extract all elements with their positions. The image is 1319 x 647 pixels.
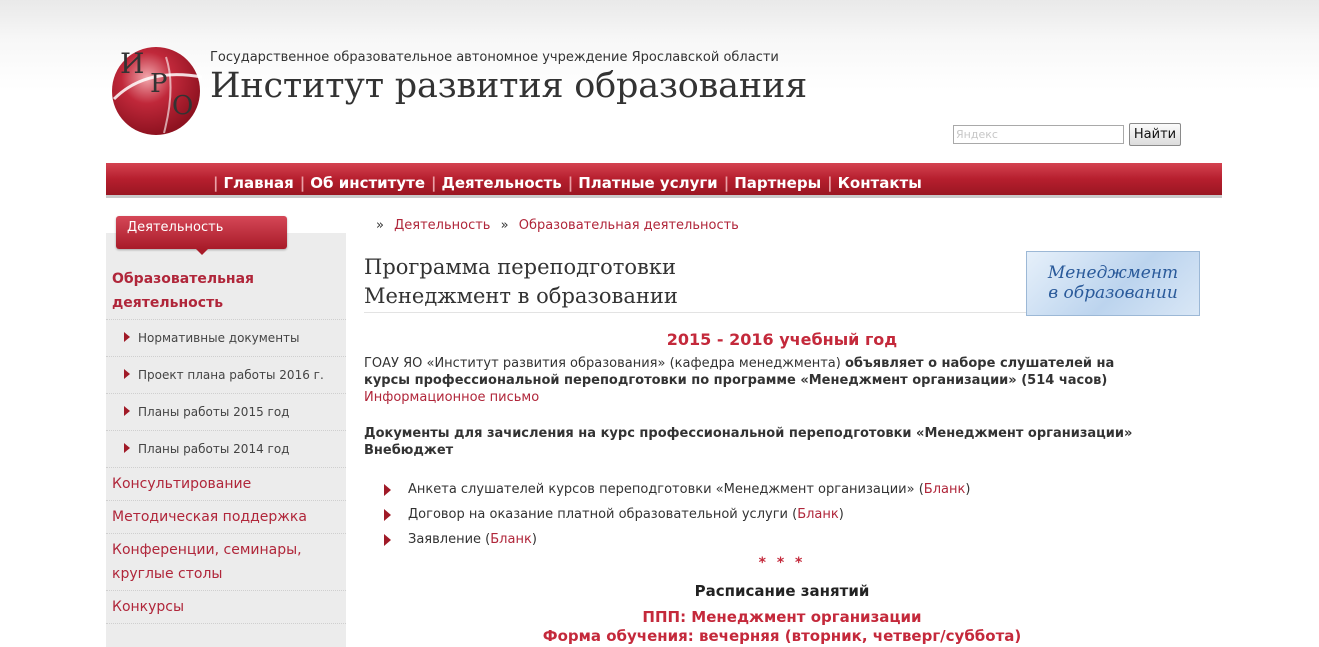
logo-letter: Р [150, 69, 168, 99]
sidebar-item-consulting[interactable]: Консультирование [106, 468, 346, 501]
sidebar-item-conferences[interactable]: Конференции, семинары, круглые столы [106, 534, 346, 591]
nav-item-paid-services[interactable]: Платные услуги [578, 174, 717, 192]
breadcrumb-separator: » [500, 218, 509, 233]
institute-logo[interactable]: И Р О [106, 47, 210, 137]
sidebar-subitem-label: Планы работы 2015 год [138, 405, 290, 419]
organization-subtitle: Государственное образовательное автономн… [210, 50, 779, 65]
bullet-triangle-icon [124, 332, 130, 342]
sidebar-item-methodical-support[interactable]: Методическая поддержка [106, 501, 346, 534]
organization-title: Институт развития образования [210, 66, 807, 106]
list-item: Заявление (Бланк) [384, 527, 1164, 552]
program-name: ППП: Менеджмент организации [642, 608, 922, 626]
section-divider-stars: * * * [758, 555, 806, 571]
bullet-triangle-icon [124, 369, 130, 379]
nav-separator: | [213, 174, 219, 192]
announcement-text: ГОАУ ЯО «Институт развития образования» … [364, 355, 1164, 406]
sidebar-item-contests[interactable]: Конкурсы [106, 591, 346, 624]
search-input[interactable] [953, 125, 1124, 144]
page-title: Программа переподготовки Менеджмент в об… [364, 253, 678, 311]
nav-separator: | [299, 174, 306, 192]
logo-letter: О [172, 91, 194, 121]
breadcrumb: » Деятельность » Образовательная деятель… [376, 218, 745, 233]
banner-text: в образовании [1048, 283, 1178, 303]
sidebar-subitem-plans-2015[interactable]: Планы работы 2015 год [106, 394, 346, 431]
blank-form-link[interactable]: Бланк [797, 507, 839, 522]
breadcrumb-link-educational[interactable]: Образовательная деятельность [519, 218, 739, 233]
documents-heading-line: Документы для зачисления на курс професс… [364, 426, 1133, 441]
documents-list: Анкета слушателей курсов переподготовки … [384, 477, 1164, 552]
nav-item-contacts[interactable]: Контакты [838, 174, 922, 192]
program-banner-image[interactable]: Менеджмент в образовании [1026, 251, 1200, 316]
program-info: ППП: Менеджмент организации Форма обучен… [364, 608, 1200, 646]
nav-separator: | [567, 174, 574, 192]
breadcrumb-link-activity[interactable]: Деятельность [394, 218, 490, 233]
list-item: Договор на оказание платной образователь… [384, 502, 1164, 527]
documents-heading-line: Внебюджет [364, 443, 454, 458]
sidebar-subitem-plan-project-2016[interactable]: Проект плана работы 2016 г. [106, 357, 346, 394]
documents-heading: Документы для зачисления на курс професс… [364, 425, 1164, 459]
document-name: Договор на оказание платной образователь… [408, 507, 788, 522]
main-navigation: | Главная | Об институте | Деятельность … [106, 163, 1222, 198]
bullet-triangle-icon [384, 509, 391, 521]
breadcrumb-separator: » [376, 218, 384, 233]
nav-item-activity[interactable]: Деятельность [442, 174, 562, 192]
sidebar-subitem-label: Нормативные документы [138, 331, 300, 345]
logo-letter: И [120, 47, 145, 80]
sidebar-tab-label: Деятельность [127, 220, 224, 235]
info-letter-link[interactable]: Информационное письмо [364, 390, 539, 405]
list-item: Анкета слушателей курсов переподготовки … [384, 477, 1164, 502]
document-name: Заявление [408, 532, 482, 547]
academic-year-heading: 2015 - 2016 учебный год [666, 330, 898, 349]
bullet-triangle-icon [384, 534, 391, 546]
bullet-triangle-icon [384, 484, 391, 496]
bullet-triangle-icon [124, 406, 130, 416]
sidebar-subitem-normative-docs[interactable]: Нормативные документы [106, 320, 346, 357]
nav-item-partners[interactable]: Партнеры [734, 174, 821, 192]
nav-item-about[interactable]: Об институте [310, 174, 425, 192]
sidebar-subitem-label: Планы работы 2014 год [138, 442, 290, 456]
page-title-line: Менеджмент в образовании [364, 284, 678, 308]
nav-separator: | [723, 174, 730, 192]
study-form: Форма обучения: вечерняя (вторник, четве… [542, 627, 1022, 645]
document-name: Анкета слушателей курсов переподготовки … [408, 482, 915, 497]
sidebar-menu: Образовательная деятельность Нормативные… [106, 263, 346, 624]
search-button[interactable]: Найти [1129, 123, 1181, 146]
page-title-line: Программа переподготовки [364, 255, 676, 279]
sidebar-section-tab[interactable]: Деятельность [116, 216, 287, 249]
tab-pointer-icon [196, 249, 208, 255]
sidebar-subitem-label: Проект плана работы 2016 г. [138, 368, 324, 382]
announcement-plain: ГОАУ ЯО «Институт развития образования» … [364, 356, 841, 371]
bullet-triangle-icon [124, 443, 130, 453]
nav-separator: | [827, 174, 833, 192]
blank-form-link[interactable]: Бланк [490, 532, 532, 547]
blank-form-link[interactable]: Бланк [924, 482, 966, 497]
schedule-heading: Расписание занятий [694, 582, 870, 600]
sidebar-item-educational-activity[interactable]: Образовательная деятельность [106, 263, 346, 320]
sidebar-subitem-plans-2014[interactable]: Планы работы 2014 год [106, 431, 346, 468]
banner-text: Менеджмент [1047, 263, 1179, 283]
nav-separator: | [431, 174, 437, 192]
nav-item-home[interactable]: Главная [223, 174, 293, 192]
